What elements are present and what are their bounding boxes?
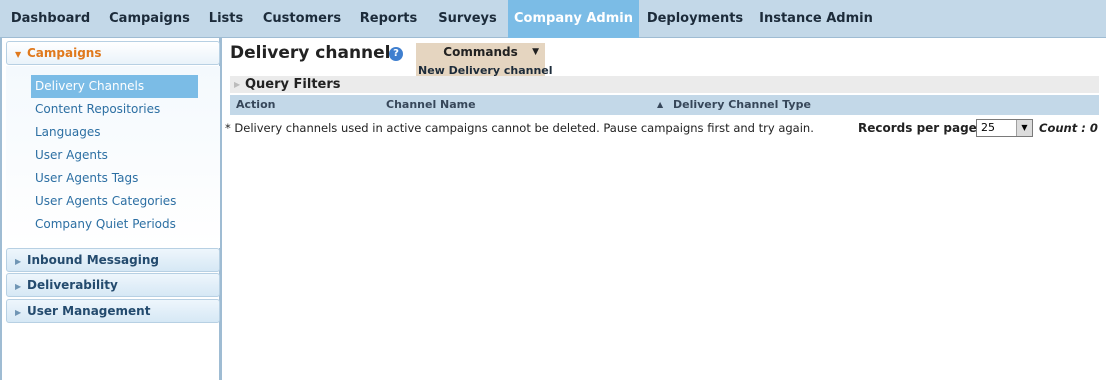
- sidebar-item-user-agents[interactable]: User Agents: [31, 144, 112, 167]
- chevron-down-icon: ▼: [1016, 120, 1032, 136]
- sidebar: ▼ Campaigns Delivery Channels Content Rep…: [4, 38, 222, 380]
- tab-customers[interactable]: Customers: [254, 0, 350, 38]
- table-header: Action Channel Name ▲ Delivery Channel T…: [230, 95, 1099, 115]
- sidebar-section-deliverability[interactable]: ▶ Deliverability: [6, 273, 220, 297]
- records-per-page-value: 25: [981, 121, 995, 134]
- tab-instance-admin[interactable]: Instance Admin: [751, 0, 881, 38]
- tab-dashboard[interactable]: Dashboard: [0, 0, 101, 38]
- sidebar-section-user-management[interactable]: ▶ User Management: [6, 299, 220, 323]
- sidebar-section-label: User Management: [27, 304, 151, 318]
- sidebar-item-user-agents-categories[interactable]: User Agents Categories: [31, 190, 180, 213]
- campaigns-panel: Delivery Channels Content Repositories L…: [6, 66, 220, 248]
- sidebar-item-user-agents-tags[interactable]: User Agents Tags: [31, 167, 142, 190]
- sidebar-section-campaigns[interactable]: ▼ Campaigns: [6, 41, 220, 65]
- tab-reports[interactable]: Reports: [350, 0, 427, 38]
- content-frame: ▼ Campaigns Delivery Channels Content Rep…: [0, 38, 1106, 380]
- main-content: Delivery channels ? Commands ▼ New Deliv…: [225, 38, 1106, 380]
- sidebar-item-delivery-channels[interactable]: Delivery Channels: [31, 75, 198, 98]
- page-title: Delivery channels: [230, 43, 401, 63]
- collapsed-arrow-icon: ▶: [15, 282, 22, 291]
- tab-company-admin[interactable]: Company Admin: [508, 0, 639, 38]
- column-header-action[interactable]: Action: [236, 95, 275, 115]
- sidebar-item-languages[interactable]: Languages: [31, 121, 104, 144]
- column-header-channel-name[interactable]: Channel Name: [386, 95, 476, 115]
- sidebar-section-inbound-messaging[interactable]: ▶ Inbound Messaging: [6, 248, 220, 272]
- records-per-page-label: Records per page: [858, 121, 977, 135]
- footnote: * Delivery channels used in active campa…: [225, 121, 814, 135]
- expanded-arrow-icon: ▼: [15, 50, 22, 59]
- dropdown-arrow-icon: ▼: [532, 47, 539, 57]
- sidebar-item-content-repositories[interactable]: Content Repositories: [31, 98, 164, 121]
- sidebar-section-label: Inbound Messaging: [27, 253, 159, 267]
- sidebar-section-label: Deliverability: [27, 278, 118, 292]
- top-navigation: Dashboard Campaigns Lists Customers Repo…: [0, 0, 1106, 38]
- collapsed-arrow-icon: ▶: [15, 257, 22, 266]
- tab-deployments[interactable]: Deployments: [639, 0, 751, 38]
- help-icon[interactable]: ?: [389, 47, 403, 61]
- query-filters-label: Query Filters: [245, 77, 341, 92]
- collapsed-arrow-icon: ▶: [15, 308, 22, 317]
- expand-arrow-icon: ▶: [234, 80, 241, 89]
- tab-campaigns[interactable]: Campaigns: [101, 0, 198, 38]
- column-header-delivery-channel-type[interactable]: Delivery Channel Type: [673, 95, 811, 115]
- record-count: Count : 0: [1039, 121, 1098, 135]
- records-per-page-select[interactable]: 25 ▼: [976, 119, 1033, 137]
- sidebar-section-label: Campaigns: [27, 46, 102, 60]
- sidebar-item-company-quiet-periods[interactable]: Company Quiet Periods: [31, 213, 180, 236]
- commands-dropdown-button[interactable]: Commands ▼: [416, 43, 545, 61]
- tab-lists[interactable]: Lists: [198, 0, 254, 38]
- commands-label: Commands: [443, 45, 518, 59]
- tab-surveys[interactable]: Surveys: [427, 0, 508, 38]
- sort-ascending-icon[interactable]: ▲: [657, 95, 663, 115]
- query-filters-toggle[interactable]: ▶ Query Filters: [230, 76, 1099, 93]
